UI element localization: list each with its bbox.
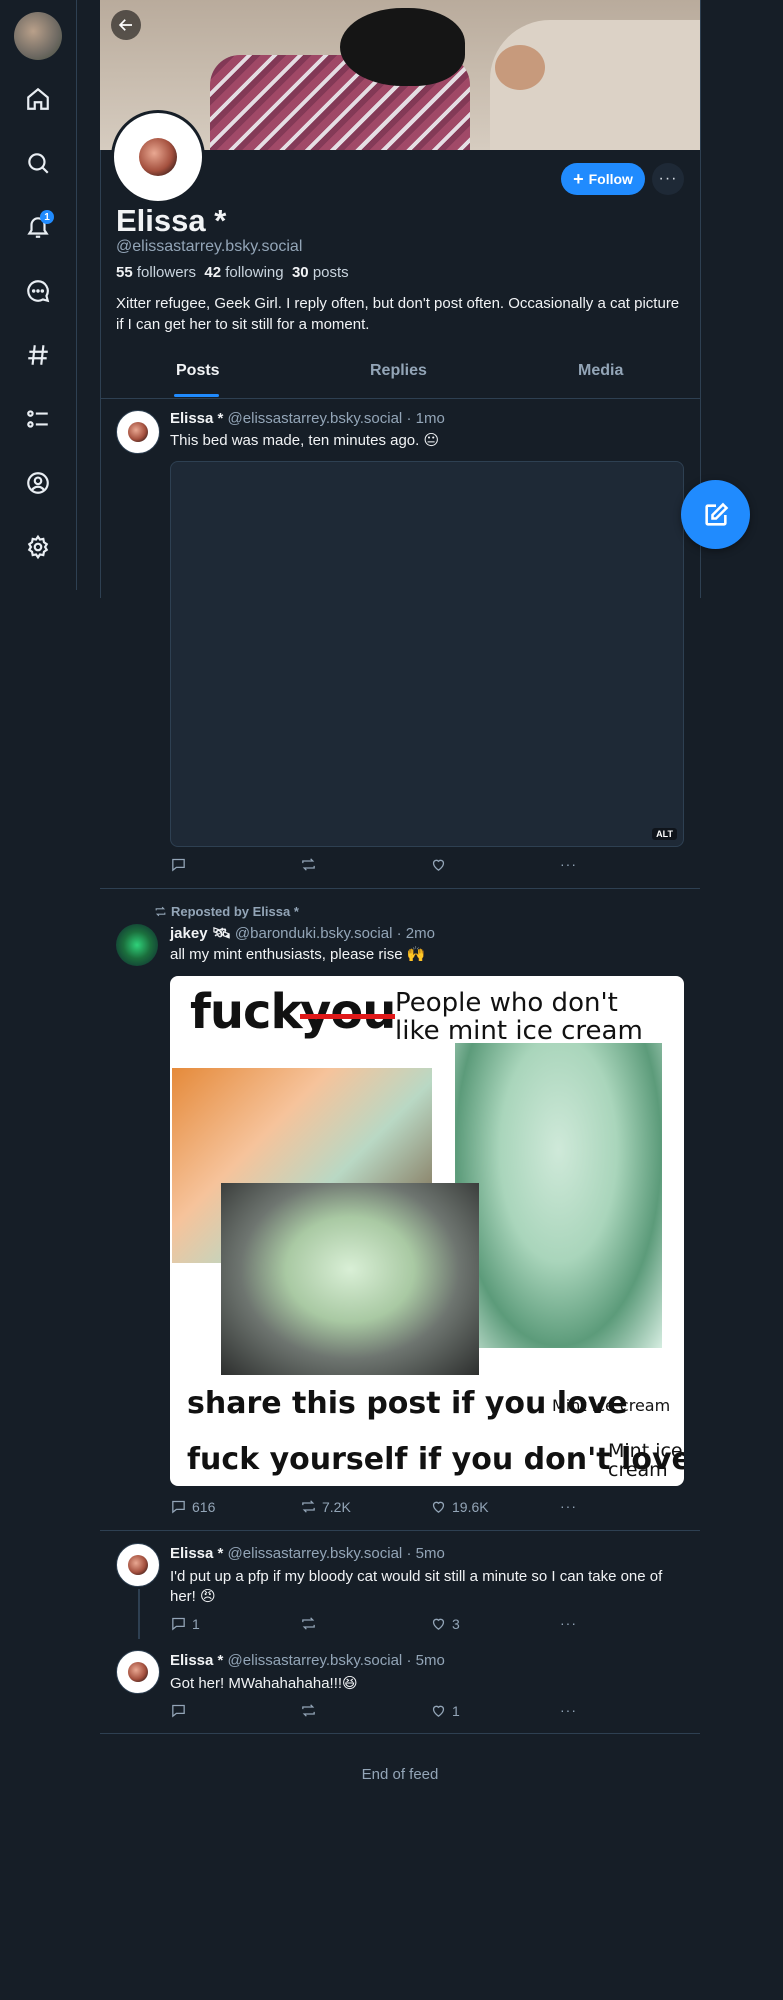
repost-icon bbox=[302, 858, 315, 871]
post-text: all my mint enthusiasts, please rise 🙌 bbox=[170, 946, 426, 963]
repost-icon bbox=[302, 1704, 315, 1717]
tab-posts[interactable]: Posts bbox=[176, 362, 220, 380]
like-button[interactable] bbox=[430, 856, 447, 873]
feed-post[interactable]: Reposted by Elissa * jakey 🛰 @baronduki.… bbox=[100, 889, 700, 1529]
post-actions: 1 ··· bbox=[170, 1702, 590, 1722]
post-more-button[interactable]: ··· bbox=[560, 856, 577, 872]
post-author-avatar[interactable] bbox=[116, 1543, 160, 1587]
post-header: Elissa * @elissastarrey.bsky.social · 1m… bbox=[170, 410, 445, 427]
post-header: Elissa * @elissastarrey.bsky.social · 5m… bbox=[170, 1652, 445, 1669]
heart-icon bbox=[432, 1705, 445, 1717]
reply-bubble-icon bbox=[172, 1500, 185, 1514]
notifications-bell-icon[interactable]: 1 bbox=[22, 210, 54, 243]
back-button[interactable] bbox=[111, 10, 141, 40]
reply-bubble-icon bbox=[172, 1617, 185, 1631]
heart-icon bbox=[432, 859, 445, 871]
repost-button[interactable]: 7.2K bbox=[300, 1498, 351, 1515]
arrow-left-icon bbox=[118, 19, 132, 31]
feeds-hashtag-icon[interactable] bbox=[22, 339, 54, 371]
post-more-button[interactable]: ··· bbox=[560, 1702, 577, 1718]
repost-button[interactable] bbox=[300, 1615, 317, 1632]
post-actions: ··· bbox=[170, 856, 590, 876]
follow-button[interactable]: + Follow bbox=[561, 163, 645, 195]
repost-button[interactable] bbox=[300, 1702, 317, 1719]
profile-icon[interactable] bbox=[22, 467, 54, 499]
profile-bio: Xitter refugee, Geek Girl. I reply often… bbox=[116, 295, 680, 333]
repost-icon bbox=[302, 1500, 315, 1513]
repost-icon bbox=[302, 1617, 315, 1630]
profile-tabs: Posts Replies Media bbox=[100, 354, 700, 399]
plus-icon: + bbox=[573, 169, 584, 189]
profile-display-name: Elissa * bbox=[116, 203, 227, 238]
feed-post[interactable]: Elissa * @elissastarrey.bsky.social · 5m… bbox=[100, 1638, 700, 1734]
profile-more-options-button[interactable]: ··· bbox=[652, 163, 684, 195]
repost-indicator[interactable]: Reposted by Elissa * bbox=[154, 904, 299, 919]
post-text: I'd put up a pfp if my bloody cat would … bbox=[170, 1568, 663, 1605]
compose-post-button[interactable] bbox=[681, 480, 750, 549]
lists-icon[interactable] bbox=[22, 403, 54, 435]
reply-bubble-icon bbox=[172, 1704, 185, 1718]
profile-avatar[interactable] bbox=[111, 110, 205, 204]
alt-text-badge[interactable]: ALT bbox=[652, 828, 677, 840]
post-header: jakey 🛰 @baronduki.bsky.social · 2mo bbox=[170, 925, 435, 942]
post-author-avatar[interactable] bbox=[116, 410, 160, 454]
post-image[interactable]: fuck you People who don't like mint ice … bbox=[170, 976, 684, 1486]
post-more-button[interactable]: ··· bbox=[560, 1498, 577, 1514]
end-of-feed-text: End of feed bbox=[361, 1766, 439, 1783]
current-user-avatar[interactable] bbox=[14, 12, 62, 60]
post-more-button[interactable]: ··· bbox=[560, 1615, 577, 1631]
home-icon[interactable] bbox=[22, 83, 54, 115]
profile-handle: @elissastarrey.bsky.social bbox=[116, 238, 303, 255]
thread-connector-line bbox=[138, 1589, 140, 1639]
reply-button[interactable]: 616 bbox=[170, 1498, 215, 1515]
post-text: Got her! MWahahahaha!!!😆 bbox=[170, 1675, 358, 1692]
post-image[interactable]: ALT bbox=[170, 461, 684, 847]
post-author-avatar[interactable] bbox=[116, 1650, 160, 1694]
tab-replies[interactable]: Replies bbox=[370, 362, 427, 380]
reply-button[interactable]: 1 bbox=[170, 1615, 200, 1632]
like-button[interactable]: 19.6K bbox=[430, 1498, 489, 1515]
heart-icon bbox=[432, 1618, 445, 1630]
heart-icon bbox=[432, 1501, 445, 1513]
active-tab-indicator bbox=[174, 394, 219, 397]
like-button[interactable]: 3 bbox=[430, 1615, 460, 1632]
notification-badge: 1 bbox=[40, 210, 54, 224]
reply-button[interactable] bbox=[170, 856, 187, 873]
reply-button[interactable] bbox=[170, 1702, 187, 1719]
left-sidebar: 1 bbox=[0, 0, 77, 590]
profile-column: + Follow ··· Elissa * @elissastarrey.bsk… bbox=[100, 0, 700, 1783]
settings-gear-icon[interactable] bbox=[22, 531, 54, 563]
post-author-avatar[interactable] bbox=[116, 924, 158, 966]
feed-post[interactable]: Elissa * @elissastarrey.bsky.social · 1m… bbox=[100, 398, 700, 888]
post-actions: 1 3 ··· bbox=[170, 1615, 590, 1635]
feed-post[interactable]: Elissa * @elissastarrey.bsky.social · 5m… bbox=[100, 1531, 700, 1639]
repost-icon bbox=[155, 906, 166, 917]
compose-pencil-icon bbox=[704, 502, 728, 526]
chat-icon[interactable] bbox=[22, 275, 54, 307]
post-header: Elissa * @elissastarrey.bsky.social · 5m… bbox=[170, 1545, 445, 1562]
reply-bubble-icon bbox=[172, 858, 185, 872]
tab-media[interactable]: Media bbox=[578, 362, 623, 380]
like-button[interactable]: 1 bbox=[430, 1702, 460, 1719]
post-actions: 616 7.2K 19.6K ··· bbox=[170, 1498, 590, 1518]
search-icon[interactable] bbox=[22, 147, 54, 179]
repost-button[interactable] bbox=[300, 856, 317, 873]
post-text: This bed was made, ten minutes ago. 😐 bbox=[170, 432, 440, 449]
profile-stats: 55 followers 42 following 30 posts bbox=[116, 264, 349, 281]
